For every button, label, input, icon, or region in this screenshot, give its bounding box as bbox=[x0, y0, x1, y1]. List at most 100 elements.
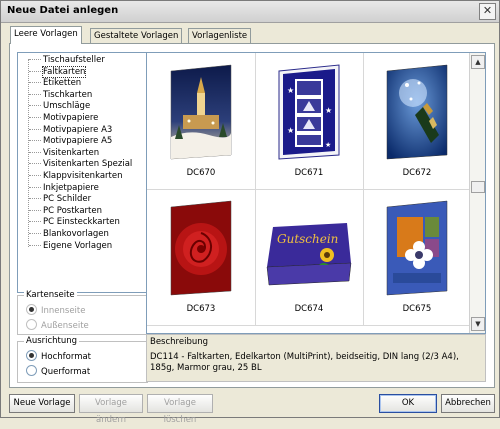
ok-button[interactable]: OK bbox=[379, 394, 437, 413]
tab-leere-vorlagen[interactable]: Leere Vorlagen bbox=[10, 26, 82, 44]
new-file-dialog: Neue Datei anlegen ✕ Leere Vorlagen Gest… bbox=[0, 0, 500, 425]
gutschein-text: Gutschein bbox=[277, 232, 338, 246]
abbrechen-button[interactable]: Abbrechen bbox=[441, 394, 495, 413]
dialog-title: Neue Datei anlegen bbox=[7, 5, 119, 16]
tree-item-label: Etiketten bbox=[43, 78, 82, 89]
close-button[interactable]: ✕ bbox=[479, 3, 496, 20]
radio-indicator bbox=[26, 365, 37, 376]
tree-connector bbox=[29, 59, 41, 60]
gallery-scrollbar[interactable]: ▲ ▼ bbox=[469, 53, 485, 333]
description-text: DC114 - Faltkarten, Edelkarton (MultiPri… bbox=[150, 352, 459, 373]
tree-connector bbox=[29, 198, 41, 200]
tree-connector bbox=[29, 233, 41, 234]
tree-item-label: Visitenkarten Spezial bbox=[43, 159, 133, 170]
tree-item-label: Motivpapiere A5 bbox=[43, 136, 113, 147]
template-code: DC670 bbox=[186, 168, 216, 178]
tree-item[interactable]: Motivpapiere A5 bbox=[29, 135, 112, 147]
tree-item-label: Visitenkarten bbox=[43, 147, 100, 158]
tree-item-label: Inkjetpapiere bbox=[43, 182, 99, 193]
tree-item[interactable]: Tischkarten bbox=[29, 89, 92, 101]
tree-connector bbox=[29, 140, 41, 142]
radio-indicator bbox=[26, 319, 37, 330]
tree-connector bbox=[29, 221, 41, 223]
tree-connector bbox=[29, 151, 41, 153]
tree-item[interactable]: Motivpapiere A3 bbox=[29, 124, 112, 136]
radio-indicator bbox=[26, 350, 37, 361]
scroll-thumb[interactable] bbox=[471, 181, 485, 193]
template-cell[interactable]: DC670 bbox=[147, 53, 256, 190]
tree-item-label: Blankovorlagen bbox=[43, 229, 109, 239]
red-rose-thumbnail bbox=[170, 200, 232, 296]
tree-connector bbox=[29, 117, 41, 118]
svg-text:★: ★ bbox=[287, 86, 294, 95]
tree-item-label: PC Schilder bbox=[43, 194, 92, 205]
tree-item[interactable]: Blankovorlagen bbox=[29, 228, 109, 240]
tree-item[interactable]: Umschläge bbox=[29, 100, 90, 112]
kartenseite-group: Kartenseite Innenseite Außenseite bbox=[17, 290, 148, 335]
vorlage-loeschen-button[interactable]: Vorlage löschen bbox=[147, 394, 213, 425]
template-cell[interactable]: Gutschein DC674 bbox=[255, 189, 364, 326]
tree-item-label: Tischkarten bbox=[43, 89, 93, 100]
tab-panel: Tischaufsteller Faltkarten Etiketten Tischk… bbox=[9, 43, 495, 388]
tree-connector bbox=[29, 175, 41, 176]
tree-item-label: Klappvisitenkarten bbox=[43, 171, 123, 181]
tree-item[interactable]: PC Einsteckkarten bbox=[29, 216, 120, 228]
gutschein-thumbnail: Gutschein bbox=[266, 223, 352, 286]
tree-item[interactable]: PC Schilder bbox=[29, 193, 91, 205]
tree-item-label: Motivpapiere A3 bbox=[43, 124, 113, 135]
tree-connector bbox=[29, 186, 41, 188]
tree-item[interactable]: Inkjetpapiere bbox=[29, 182, 99, 194]
radio-innenseite[interactable]: Innenseite bbox=[26, 304, 85, 317]
tree-item[interactable]: Motivpapiere bbox=[29, 112, 98, 124]
tab-gestaltete-vorlagen[interactable]: Gestaltete Vorlagen bbox=[90, 28, 183, 43]
tree-item[interactable]: Eigene Vorlagen bbox=[29, 240, 112, 252]
neue-vorlage-button[interactable]: Neue Vorlage bbox=[9, 394, 75, 413]
scroll-down-button[interactable]: ▼ bbox=[471, 317, 485, 331]
template-code: DC671 bbox=[294, 168, 324, 178]
template-code: DC675 bbox=[402, 304, 432, 314]
vorlage-aendern-button[interactable]: Vorlage ändern bbox=[79, 394, 143, 425]
template-code: DC674 bbox=[294, 304, 324, 314]
tree-item-label: PC Einsteckkarten bbox=[43, 217, 120, 228]
radio-querformat[interactable]: Querformat bbox=[26, 365, 90, 378]
tree-item-label: Motivpapiere bbox=[43, 113, 99, 123]
tree-connector bbox=[29, 93, 41, 95]
radio-hochformat[interactable]: Hochformat bbox=[26, 350, 91, 363]
template-code: DC672 bbox=[402, 168, 432, 178]
template-gallery[interactable]: DC670 ★ ★ ★ ★ DC671 DC672 DC673 Gutschei… bbox=[146, 52, 486, 334]
tree-item[interactable]: Faltkarten bbox=[29, 65, 87, 78]
tree-connector bbox=[29, 163, 41, 165]
description-box: Beschreibung DC114 - Faltkarten, Edelkar… bbox=[146, 334, 486, 382]
tree-item[interactable]: Etiketten bbox=[29, 77, 81, 89]
tree-item[interactable]: Klappvisitenkarten bbox=[29, 170, 123, 182]
flower-blue-thumbnail bbox=[386, 200, 448, 296]
champagne-thumbnail bbox=[386, 64, 448, 160]
template-cell[interactable]: DC672 bbox=[363, 53, 472, 190]
tree-connector bbox=[29, 105, 41, 107]
template-cell[interactable]: DC673 bbox=[147, 189, 256, 326]
category-tree[interactable]: Tischaufsteller Faltkarten Etiketten Tischk… bbox=[17, 52, 148, 293]
tree-item-label: Faltkarten bbox=[41, 65, 87, 78]
tree-item[interactable]: Tischaufsteller bbox=[29, 54, 105, 66]
tree-item[interactable]: Visitenkarten Spezial bbox=[29, 158, 132, 170]
radio-aussenseite[interactable]: Außenseite bbox=[26, 319, 89, 332]
template-cell[interactable]: ★ ★ ★ ★ DC671 bbox=[255, 53, 364, 190]
tab-vorlagenliste[interactable]: Vorlagenliste bbox=[188, 28, 252, 43]
svg-text:★: ★ bbox=[287, 126, 294, 135]
tree-connector bbox=[29, 128, 41, 130]
svg-text:★: ★ bbox=[325, 106, 332, 115]
kartenseite-legend: Kartenseite bbox=[24, 290, 77, 300]
tree-item-label: Eigene Vorlagen bbox=[43, 240, 113, 251]
tree-connector bbox=[29, 70, 41, 72]
tree-connector bbox=[29, 244, 41, 246]
description-label: Beschreibung bbox=[150, 337, 209, 347]
scroll-up-button[interactable]: ▲ bbox=[471, 55, 485, 69]
ausrichtung-group: Ausrichtung Hochformat Querformat bbox=[17, 336, 148, 383]
tree-connector bbox=[29, 82, 41, 84]
tree-connector bbox=[29, 209, 41, 211]
tree-item[interactable]: PC Postkarten bbox=[29, 205, 102, 217]
ausrichtung-legend: Ausrichtung bbox=[24, 336, 80, 346]
tree-item[interactable]: Visitenkarten bbox=[29, 147, 99, 159]
template-cell[interactable]: DC675 bbox=[363, 189, 472, 326]
blue-christmas-tree-thumbnail: ★ ★ ★ ★ bbox=[278, 64, 340, 160]
